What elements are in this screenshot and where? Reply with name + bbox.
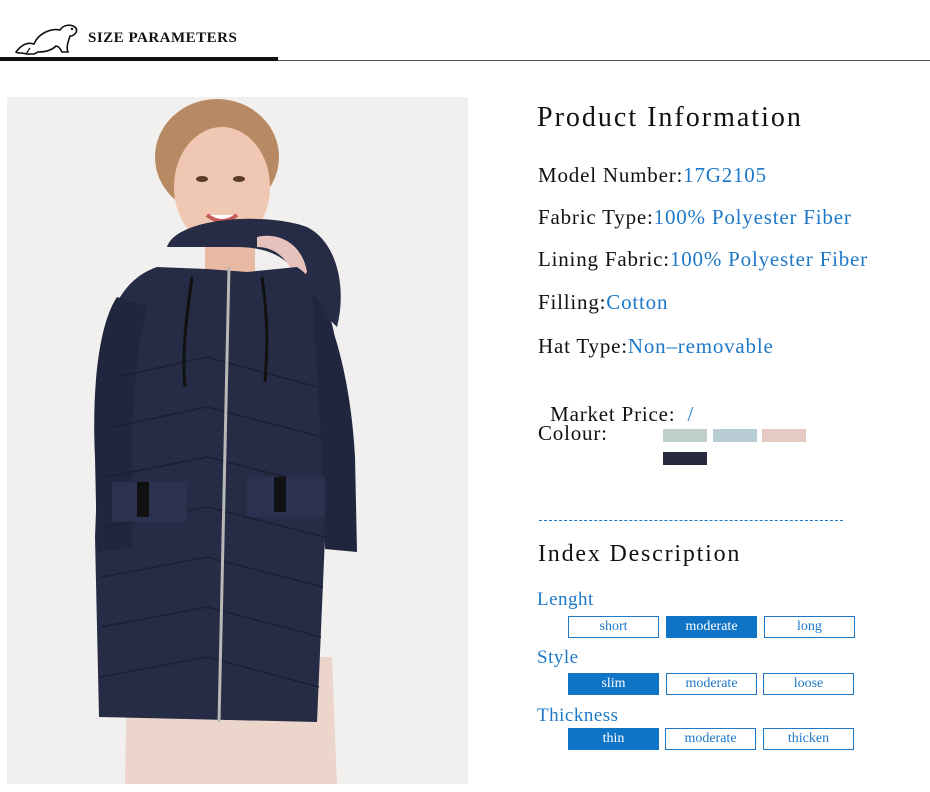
colour-swatch[interactable] bbox=[713, 429, 757, 442]
length-option-short[interactable]: short bbox=[568, 616, 659, 638]
page-header: SIZE PARAMETERS bbox=[0, 0, 930, 64]
colour-swatch[interactable] bbox=[762, 429, 806, 442]
thickness-label: Thickness bbox=[537, 705, 619, 726]
length-option-moderate[interactable]: moderate bbox=[666, 616, 757, 638]
lining-fabric-value: 100% Polyester Fiber bbox=[669, 247, 868, 271]
index-description-title: Index Description bbox=[538, 541, 742, 567]
length-option-long[interactable]: long bbox=[764, 616, 855, 638]
thickness-option-moderate[interactable]: moderate bbox=[665, 728, 756, 750]
colour-swatch[interactable] bbox=[663, 429, 707, 442]
thickness-option-thicken[interactable]: thicken bbox=[763, 728, 854, 750]
style-option-slim[interactable]: slim bbox=[568, 673, 659, 695]
product-info-title: Product Information bbox=[537, 102, 803, 133]
market-price-row: Market Price: / bbox=[538, 377, 694, 427]
lining-fabric-label: Lining Fabric: bbox=[538, 247, 670, 271]
filling-label: Filling: bbox=[538, 290, 607, 314]
hat-type-value: Non–removable bbox=[627, 334, 774, 358]
style-label: Style bbox=[537, 647, 579, 668]
market-price-value: / bbox=[675, 402, 695, 426]
fabric-type-value: 100% Polyester Fiber bbox=[653, 205, 852, 229]
style-option-moderate[interactable]: moderate bbox=[666, 673, 757, 695]
polar-bear-logo-icon bbox=[14, 24, 78, 55]
header-accent-bar bbox=[0, 57, 278, 61]
thickness-option-thin[interactable]: thin bbox=[568, 728, 659, 750]
model-number-row: Model Number:17G2105 bbox=[538, 163, 767, 188]
fabric-type-label: Fabric Type: bbox=[538, 205, 654, 229]
model-in-jacket-image bbox=[94, 99, 357, 784]
lining-fabric-row: Lining Fabric:100% Polyester Fiber bbox=[538, 247, 868, 272]
model-number-label: Model Number: bbox=[538, 163, 684, 187]
length-label: Lenght bbox=[537, 589, 594, 610]
header-title: SIZE PARAMETERS bbox=[88, 30, 238, 46]
product-photo bbox=[7, 97, 468, 784]
style-option-loose[interactable]: loose bbox=[763, 673, 854, 695]
hat-type-row: Hat Type:Non–removable bbox=[538, 334, 774, 359]
hat-type-label: Hat Type: bbox=[538, 334, 628, 358]
filling-value: Cotton bbox=[606, 290, 669, 314]
filling-row: Filling:Cotton bbox=[538, 290, 668, 315]
colour-swatch[interactable] bbox=[663, 452, 707, 465]
fabric-type-row: Fabric Type:100% Polyester Fiber bbox=[538, 205, 852, 230]
model-number-value: 17G2105 bbox=[683, 163, 767, 187]
section-divider bbox=[539, 520, 843, 521]
colour-label: Colour: bbox=[538, 421, 608, 445]
